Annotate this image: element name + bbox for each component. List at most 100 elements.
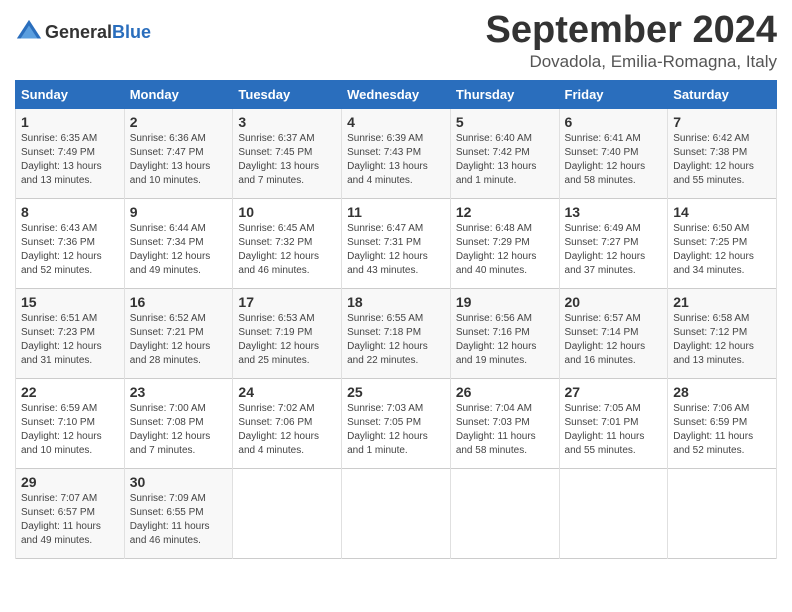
table-row: 1 Sunrise: 6:35 AMSunset: 7:49 PMDayligh… <box>16 108 125 198</box>
day-info: Sunrise: 6:50 AMSunset: 7:25 PMDaylight:… <box>673 222 771 278</box>
day-info: Sunrise: 7:09 AMSunset: 6:55 PMDaylight:… <box>130 492 228 548</box>
table-row: 5 Sunrise: 6:40 AMSunset: 7:42 PMDayligh… <box>450 108 559 198</box>
table-row: 16 Sunrise: 6:52 AMSunset: 7:21 PMDaylig… <box>124 288 233 378</box>
table-row: 15 Sunrise: 6:51 AMSunset: 7:23 PMDaylig… <box>16 288 125 378</box>
calendar-week-row: 29 Sunrise: 7:07 AMSunset: 6:57 PMDaylig… <box>16 468 777 558</box>
table-row: 8 Sunrise: 6:43 AMSunset: 7:36 PMDayligh… <box>16 198 125 288</box>
day-number: 28 <box>673 384 771 400</box>
day-info: Sunrise: 6:40 AMSunset: 7:42 PMDaylight:… <box>456 132 554 188</box>
table-row <box>450 468 559 558</box>
table-row: 17 Sunrise: 6:53 AMSunset: 7:19 PMDaylig… <box>233 288 342 378</box>
day-number: 4 <box>347 114 445 130</box>
title-area: September 2024 Dovadola, Emilia-Romagna,… <box>486 10 778 72</box>
day-number: 12 <box>456 204 554 220</box>
table-row: 28 Sunrise: 7:06 AMSunset: 6:59 PMDaylig… <box>668 378 777 468</box>
day-info: Sunrise: 6:44 AMSunset: 7:34 PMDaylight:… <box>130 222 228 278</box>
day-info: Sunrise: 6:41 AMSunset: 7:40 PMDaylight:… <box>565 132 663 188</box>
day-info: Sunrise: 6:48 AMSunset: 7:29 PMDaylight:… <box>456 222 554 278</box>
table-row: 14 Sunrise: 6:50 AMSunset: 7:25 PMDaylig… <box>668 198 777 288</box>
day-info: Sunrise: 6:47 AMSunset: 7:31 PMDaylight:… <box>347 222 445 278</box>
day-number: 15 <box>21 294 119 310</box>
table-row: 27 Sunrise: 7:05 AMSunset: 7:01 PMDaylig… <box>559 378 668 468</box>
table-row: 6 Sunrise: 6:41 AMSunset: 7:40 PMDayligh… <box>559 108 668 198</box>
header-friday: Friday <box>559 80 668 108</box>
day-number: 22 <box>21 384 119 400</box>
weekday-header-row: Sunday Monday Tuesday Wednesday Thursday… <box>16 80 777 108</box>
day-info: Sunrise: 7:07 AMSunset: 6:57 PMDaylight:… <box>21 492 119 548</box>
table-row: 25 Sunrise: 7:03 AMSunset: 7:05 PMDaylig… <box>342 378 451 468</box>
table-row: 23 Sunrise: 7:00 AMSunset: 7:08 PMDaylig… <box>124 378 233 468</box>
day-info: Sunrise: 7:06 AMSunset: 6:59 PMDaylight:… <box>673 402 771 458</box>
day-number: 18 <box>347 294 445 310</box>
day-info: Sunrise: 6:53 AMSunset: 7:19 PMDaylight:… <box>238 312 336 368</box>
day-number: 23 <box>130 384 228 400</box>
day-number: 21 <box>673 294 771 310</box>
logo-icon <box>15 18 43 46</box>
logo-text-general: General <box>45 22 112 42</box>
day-number: 17 <box>238 294 336 310</box>
calendar-week-row: 8 Sunrise: 6:43 AMSunset: 7:36 PMDayligh… <box>16 198 777 288</box>
table-row: 12 Sunrise: 6:48 AMSunset: 7:29 PMDaylig… <box>450 198 559 288</box>
day-info: Sunrise: 6:37 AMSunset: 7:45 PMDaylight:… <box>238 132 336 188</box>
day-number: 5 <box>456 114 554 130</box>
table-row: 26 Sunrise: 7:04 AMSunset: 7:03 PMDaylig… <box>450 378 559 468</box>
page-header: GeneralBlue September 2024 Dovadola, Emi… <box>15 10 777 72</box>
day-info: Sunrise: 6:51 AMSunset: 7:23 PMDaylight:… <box>21 312 119 368</box>
table-row <box>559 468 668 558</box>
day-number: 14 <box>673 204 771 220</box>
day-info: Sunrise: 6:57 AMSunset: 7:14 PMDaylight:… <box>565 312 663 368</box>
day-number: 1 <box>21 114 119 130</box>
day-number: 16 <box>130 294 228 310</box>
day-number: 10 <box>238 204 336 220</box>
calendar-week-row: 22 Sunrise: 6:59 AMSunset: 7:10 PMDaylig… <box>16 378 777 468</box>
calendar-table: Sunday Monday Tuesday Wednesday Thursday… <box>15 80 777 559</box>
month-title: September 2024 <box>486 10 778 52</box>
table-row <box>342 468 451 558</box>
day-info: Sunrise: 6:42 AMSunset: 7:38 PMDaylight:… <box>673 132 771 188</box>
day-info: Sunrise: 6:39 AMSunset: 7:43 PMDaylight:… <box>347 132 445 188</box>
calendar-week-row: 1 Sunrise: 6:35 AMSunset: 7:49 PMDayligh… <box>16 108 777 198</box>
day-info: Sunrise: 7:05 AMSunset: 7:01 PMDaylight:… <box>565 402 663 458</box>
table-row: 2 Sunrise: 6:36 AMSunset: 7:47 PMDayligh… <box>124 108 233 198</box>
day-number: 11 <box>347 204 445 220</box>
day-info: Sunrise: 6:36 AMSunset: 7:47 PMDaylight:… <box>130 132 228 188</box>
table-row: 10 Sunrise: 6:45 AMSunset: 7:32 PMDaylig… <box>233 198 342 288</box>
table-row: 7 Sunrise: 6:42 AMSunset: 7:38 PMDayligh… <box>668 108 777 198</box>
table-row <box>668 468 777 558</box>
day-info: Sunrise: 6:45 AMSunset: 7:32 PMDaylight:… <box>238 222 336 278</box>
logo: GeneralBlue <box>15 18 151 46</box>
day-number: 8 <box>21 204 119 220</box>
table-row: 4 Sunrise: 6:39 AMSunset: 7:43 PMDayligh… <box>342 108 451 198</box>
table-row: 13 Sunrise: 6:49 AMSunset: 7:27 PMDaylig… <box>559 198 668 288</box>
location-title: Dovadola, Emilia-Romagna, Italy <box>486 52 778 72</box>
table-row: 9 Sunrise: 6:44 AMSunset: 7:34 PMDayligh… <box>124 198 233 288</box>
table-row: 20 Sunrise: 6:57 AMSunset: 7:14 PMDaylig… <box>559 288 668 378</box>
table-row: 3 Sunrise: 6:37 AMSunset: 7:45 PMDayligh… <box>233 108 342 198</box>
day-info: Sunrise: 6:49 AMSunset: 7:27 PMDaylight:… <box>565 222 663 278</box>
day-number: 24 <box>238 384 336 400</box>
table-row: 18 Sunrise: 6:55 AMSunset: 7:18 PMDaylig… <box>342 288 451 378</box>
table-row: 30 Sunrise: 7:09 AMSunset: 6:55 PMDaylig… <box>124 468 233 558</box>
day-info: Sunrise: 6:35 AMSunset: 7:49 PMDaylight:… <box>21 132 119 188</box>
day-number: 26 <box>456 384 554 400</box>
table-row: 22 Sunrise: 6:59 AMSunset: 7:10 PMDaylig… <box>16 378 125 468</box>
header-thursday: Thursday <box>450 80 559 108</box>
table-row: 21 Sunrise: 6:58 AMSunset: 7:12 PMDaylig… <box>668 288 777 378</box>
day-info: Sunrise: 7:02 AMSunset: 7:06 PMDaylight:… <box>238 402 336 458</box>
table-row: 19 Sunrise: 6:56 AMSunset: 7:16 PMDaylig… <box>450 288 559 378</box>
day-number: 27 <box>565 384 663 400</box>
day-number: 13 <box>565 204 663 220</box>
day-info: Sunrise: 6:52 AMSunset: 7:21 PMDaylight:… <box>130 312 228 368</box>
day-number: 9 <box>130 204 228 220</box>
logo-text-blue: Blue <box>112 22 151 42</box>
header-saturday: Saturday <box>668 80 777 108</box>
day-info: Sunrise: 7:03 AMSunset: 7:05 PMDaylight:… <box>347 402 445 458</box>
calendar-week-row: 15 Sunrise: 6:51 AMSunset: 7:23 PMDaylig… <box>16 288 777 378</box>
day-number: 7 <box>673 114 771 130</box>
day-info: Sunrise: 6:56 AMSunset: 7:16 PMDaylight:… <box>456 312 554 368</box>
day-number: 25 <box>347 384 445 400</box>
day-info: Sunrise: 6:59 AMSunset: 7:10 PMDaylight:… <box>21 402 119 458</box>
table-row <box>233 468 342 558</box>
table-row: 29 Sunrise: 7:07 AMSunset: 6:57 PMDaylig… <box>16 468 125 558</box>
header-tuesday: Tuesday <box>233 80 342 108</box>
